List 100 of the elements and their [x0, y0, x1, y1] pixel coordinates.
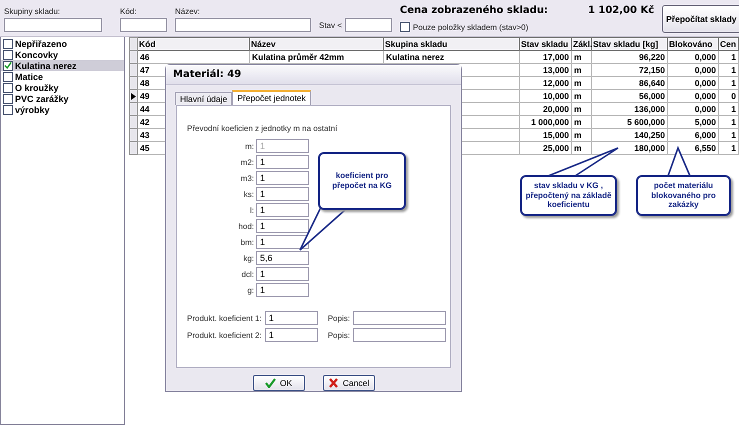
checkbox[interactable]	[3, 104, 13, 114]
checkbox[interactable]	[400, 22, 410, 32]
recalculate-button[interactable]: Přepočítat sklady	[662, 4, 739, 32]
table-cell: m	[574, 104, 582, 114]
tree-item[interactable]: O kroužky	[1, 82, 124, 93]
table-cell: 43	[140, 130, 150, 140]
coefficient-field[interactable]: 1	[256, 219, 309, 234]
checkbox[interactable]	[3, 72, 13, 82]
tree-item[interactable]: výrobky	[1, 104, 124, 115]
code-field[interactable]	[120, 18, 167, 32]
table-cell: m	[574, 52, 582, 62]
description-label: Popis:	[328, 314, 350, 323]
column-header[interactable]: Skupina skladu	[384, 38, 520, 50]
table-cell: 0,000	[694, 90, 716, 100]
table-cell: 5 600,000	[627, 116, 665, 126]
column-header[interactable]: Název	[250, 38, 384, 50]
product-field[interactable]: 1	[264, 311, 318, 326]
total-value: 1 102,00 Kč	[588, 5, 654, 16]
close-icon	[328, 378, 339, 388]
description-field[interactable]	[352, 328, 446, 342]
table-cell: m	[574, 142, 582, 152]
tree-item[interactable]: Koncovky	[1, 49, 124, 60]
callout-note: koeficient pro přepočet na KG	[318, 152, 406, 210]
intro-text: Převodní koeficien z jednotky m na ostatní	[187, 124, 338, 134]
groups-field[interactable]	[4, 18, 102, 32]
tree-item[interactable]: Matice	[1, 71, 124, 82]
tree-item[interactable]: Kulatina nerez	[1, 60, 124, 71]
coefficient-field[interactable]: 1	[256, 283, 309, 298]
checkbox[interactable]	[3, 82, 13, 92]
table-cell: 72,150	[639, 64, 665, 74]
checkbox[interactable]	[3, 60, 13, 70]
table-cell: 1	[731, 130, 736, 140]
table-cell: 1	[731, 116, 736, 126]
coefficient-field[interactable]: 5,6	[256, 251, 309, 266]
checkbox[interactable]	[3, 94, 13, 104]
unit-label: g:	[246, 286, 254, 295]
ok-button[interactable]: OK	[252, 375, 304, 391]
table-cell: 140,250	[634, 130, 665, 140]
table-cell: 15,000	[543, 130, 569, 140]
coefficient-field[interactable]: 1	[256, 171, 309, 186]
unit-label: bm:	[240, 238, 254, 247]
table-cell: 1	[731, 104, 736, 114]
code-label: Kód:	[120, 7, 138, 16]
description-field[interactable]	[352, 311, 446, 326]
table-cell: 13,000	[543, 64, 569, 74]
tab[interactable]: Přepočet jednotek	[232, 90, 311, 106]
column-header[interactable]: Blokováno	[668, 38, 718, 50]
cancel-button[interactable]: Cancel	[322, 375, 374, 391]
table-cell: 0,000	[694, 104, 716, 114]
table-cell: 86,640	[639, 78, 665, 88]
checkbox[interactable]	[3, 50, 13, 60]
table-cell: 6,000	[694, 130, 716, 140]
table-cell: 44	[140, 104, 150, 114]
description-label: Popis:	[328, 330, 350, 340]
product-field[interactable]: 1	[264, 328, 318, 342]
table-cell: 1	[731, 142, 736, 152]
total-label: Cena zobrazeného skladu:	[400, 5, 548, 16]
table-cell: Kulatina nerez	[386, 52, 444, 62]
stock-label: Stav <	[319, 20, 342, 30]
unit-label: dcl:	[240, 270, 254, 279]
column-header[interactable]: Cen	[718, 38, 738, 50]
unit-label: hod:	[237, 222, 254, 231]
table-cell: 25,000	[543, 142, 569, 152]
table-cell: 0,000	[694, 64, 716, 74]
table-cell: 49	[140, 90, 150, 100]
coefficient-field[interactable]: 1	[256, 267, 309, 282]
table-cell: 1	[731, 78, 736, 88]
tab[interactable]: Hlavní údaje	[175, 92, 232, 106]
unit-label: ks:	[242, 190, 254, 199]
coefficient-field[interactable]: 1	[256, 187, 309, 202]
coefficient-field[interactable]: 1	[256, 155, 309, 170]
table-cell: 42	[140, 116, 150, 126]
unit-label: l:	[249, 206, 254, 215]
table-cell: 6,550	[694, 142, 716, 152]
table-cell: m	[574, 90, 582, 100]
table-cell: m	[574, 116, 582, 126]
table-cell: 48	[140, 78, 150, 88]
table-cell: 17,000	[543, 52, 569, 62]
checkbox-label: Pouze položky skladem (stav>0)	[412, 22, 528, 32]
table-cell: 1	[731, 64, 736, 74]
name-field[interactable]	[175, 18, 311, 32]
column-header[interactable]: Stav skladu [kg]	[592, 38, 668, 50]
table-cell: 1	[731, 52, 736, 62]
product-label: Produkt. koeficient 1:	[187, 314, 262, 323]
tree-item[interactable]: PVC zarážky	[1, 93, 124, 104]
column-header[interactable]: Stav skladu	[520, 38, 572, 50]
column-header[interactable]: Zákl.	[572, 38, 592, 50]
product-label: Produkt. koeficient 2:	[187, 330, 262, 340]
table-cell: 20,000	[543, 104, 569, 114]
table-cell: 0,000	[694, 52, 716, 62]
checkbox[interactable]	[3, 38, 13, 48]
stock-field[interactable]	[344, 18, 392, 32]
table-cell: 56,000	[639, 90, 665, 100]
table-cell: 0	[731, 90, 736, 100]
table-cell: 47	[140, 64, 150, 74]
tree-item[interactable]: Nepřiřazeno	[1, 38, 124, 49]
column-header[interactable]: Kód	[138, 38, 250, 50]
coefficient-field[interactable]: 1	[256, 203, 309, 218]
unit-label: m:	[244, 142, 254, 151]
check-icon	[264, 378, 276, 388]
